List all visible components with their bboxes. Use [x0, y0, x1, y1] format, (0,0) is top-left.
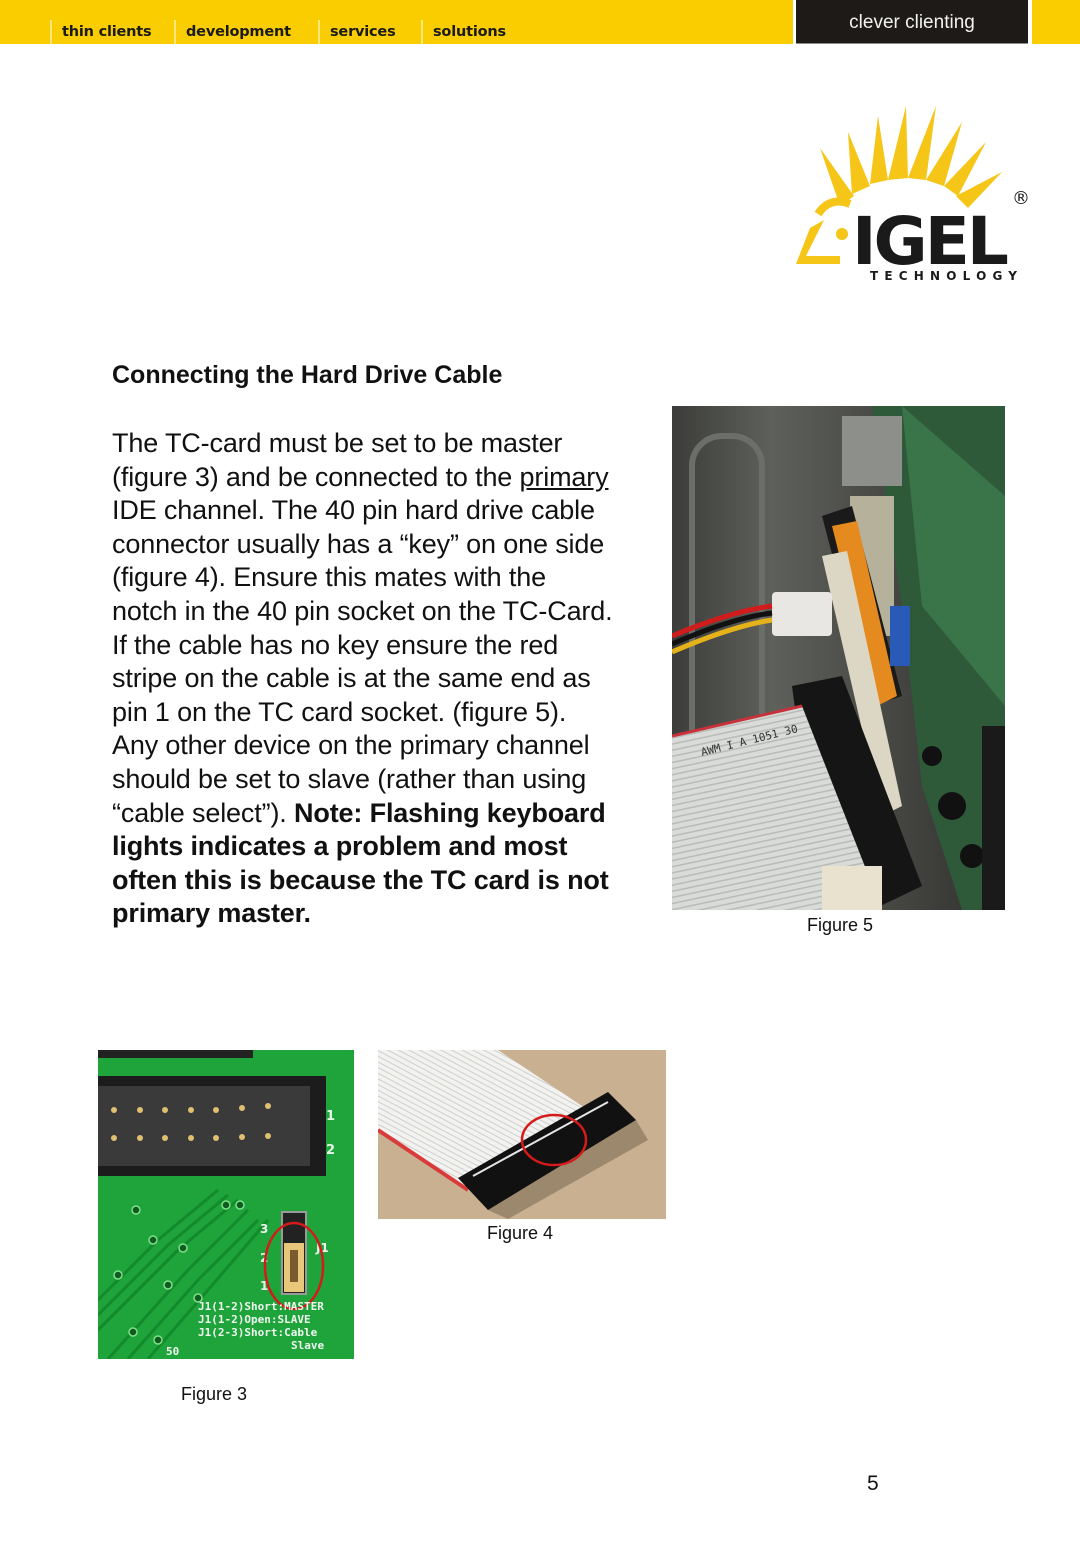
figure-4-image [378, 1050, 666, 1219]
figure-4-photo [378, 1050, 666, 1219]
page-number: 5 [867, 1472, 879, 1495]
body-line: If the cable has no key ensure the red [112, 629, 652, 663]
pin-label-2: 2 [326, 1143, 335, 1158]
logo-subtitle: TECHNOLOGY [870, 269, 1023, 283]
figure-5-caption: Figure 5 [807, 915, 874, 935]
note-text: primary master. [112, 898, 311, 929]
note-text: lights indicates a problem and most [112, 831, 568, 862]
nav-thin-clients[interactable]: thin clients [50, 20, 152, 44]
nav-services[interactable]: services [318, 20, 396, 44]
figure-4-caption: Figure 4 [487, 1223, 554, 1243]
figure-5-photo: AWM I A 1051 30 [672, 406, 1005, 910]
body-line: lights indicates a problem and most [112, 830, 652, 864]
igel-logo-graphic: IGEL ® TECHNOLOGY [796, 106, 1030, 283]
figure-3-caption: Figure 3 [181, 1384, 248, 1404]
underlined-text: primary [519, 461, 609, 492]
body-line: IDE channel. The 40 pin hard drive cable [112, 494, 652, 528]
body-line: often this is because the TC card is not [112, 864, 652, 898]
body-text-span: (figure 3) and be connected to the [112, 461, 520, 492]
figure-3-photo: 1 2 3 2 1 J1 J1(1-2)Short:MASTER J1(1-2)… [98, 1050, 354, 1359]
jumper-pin-3: 3 [260, 1222, 268, 1236]
body-line: pin 1 on the TC card socket. (figure 5). [112, 696, 652, 730]
silkscreen-line: J1(1-2)Open:SLAVE [198, 1313, 311, 1326]
body-line: should be set to slave (rather than usin… [112, 763, 652, 797]
section-heading: Connecting the Hard Drive Cable [112, 361, 503, 389]
registered-mark: ® [1012, 188, 1030, 209]
figure-3-image: 1 2 3 2 1 J1 J1(1-2)Short:MASTER J1(1-2)… [98, 1050, 354, 1359]
body-text-span: “cable select”). [112, 797, 295, 828]
header-divider [1028, 0, 1032, 44]
body-line: connector usually has a “key” on one sid… [112, 528, 652, 562]
silkscreen-line: J1(2-3)Short:Cable [198, 1326, 318, 1339]
tagline: clever clienting [849, 12, 975, 33]
body-text-span: stripe on the cable is at the same end a… [112, 663, 591, 694]
body-line: The TC-card must be set to be master [112, 427, 652, 461]
body-text-span: Any other device on the primary channel [112, 730, 590, 761]
body-line: Any other device on the primary channel [112, 729, 652, 763]
igel-logo: IGEL ® TECHNOLOGY [790, 96, 1040, 286]
body-line: primary master. [112, 897, 652, 931]
note-text: Note: Flashing keyboard [294, 797, 606, 828]
figure-5-image: AWM I A 1051 30 [672, 406, 1005, 910]
body-text-span: IDE channel. The 40 pin hard drive cable [112, 495, 595, 526]
body-line: notch in the 40 pin socket on the TC-Car… [112, 595, 652, 629]
tagline-box: clever clienting [796, 0, 1028, 44]
silkscreen-line: J1(1-2)Short:MASTER [198, 1300, 324, 1313]
body-text-span: The TC-card must be set to be master [112, 428, 563, 458]
body-text-span: notch in the 40 pin socket on the TC-Car… [112, 595, 613, 626]
body-text-span: If the cable has no key ensure the red [112, 629, 559, 660]
nav-development[interactable]: development [174, 20, 291, 44]
body-text-span: pin 1 on the TC card socket. (figure 5). [112, 696, 567, 727]
body-line: stripe on the cable is at the same end a… [112, 662, 652, 696]
silkscreen-line: Slave [291, 1339, 324, 1352]
body-text-span: should be set to slave (rather than usin… [112, 763, 587, 794]
body-line: (figure 3) and be connected to the prima… [112, 461, 652, 495]
body-line: “cable select”). Note: Flashing keyboard [112, 797, 652, 831]
body-line: (figure 4). Ensure this mates with the [112, 561, 652, 595]
body-text-span: (figure 4). Ensure this mates with the [112, 562, 546, 593]
pin-label-1: 1 [326, 1109, 335, 1124]
note-text: often this is because the TC card is not [112, 864, 609, 895]
nav-solutions[interactable]: solutions [421, 20, 506, 44]
body-text-span: connector usually has a “key” on one sid… [112, 528, 605, 559]
corner-label: 50 [166, 1345, 179, 1358]
body-paragraph: The TC-card must be set to be master (fig… [112, 427, 652, 931]
eye-icon [836, 228, 848, 240]
